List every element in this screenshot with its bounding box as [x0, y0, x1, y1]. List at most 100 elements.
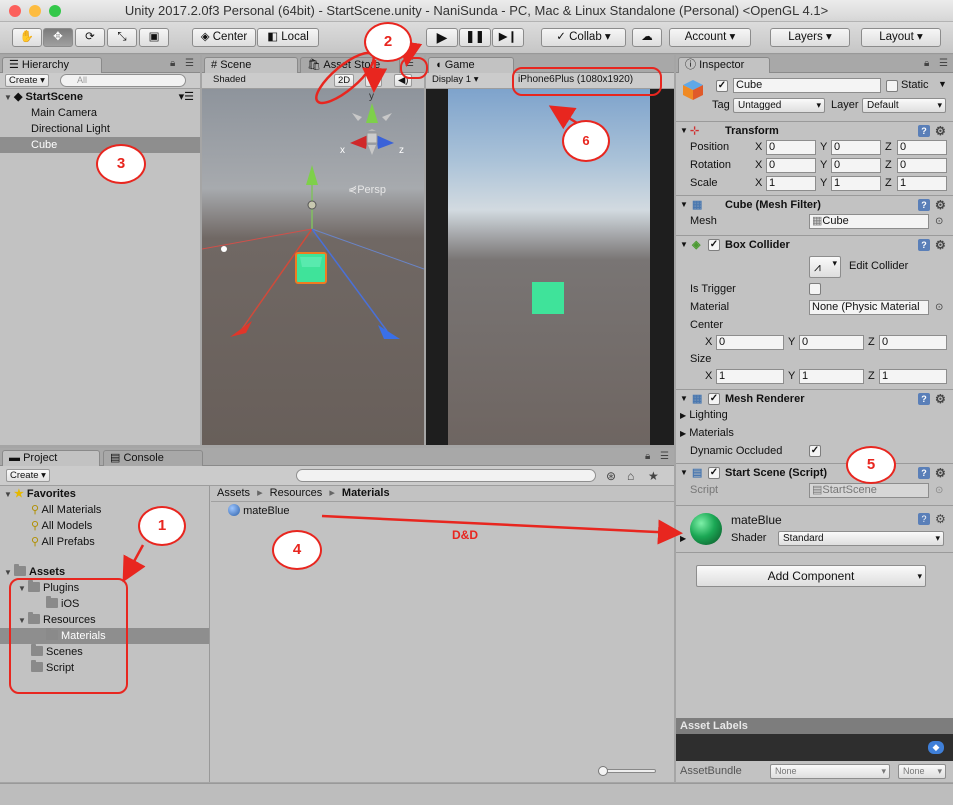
tab-hierarchy[interactable]: ☰ Hierarchy: [2, 57, 102, 73]
asset-labels-header[interactable]: Asset Labels: [676, 718, 953, 734]
component-header[interactable]: ▼ ▦ Cube (Mesh Filter) ? ⚙: [676, 196, 953, 214]
scale-z-field[interactable]: 1: [897, 176, 947, 191]
material-asset-item[interactable]: mateBlue: [228, 504, 290, 517]
component-header[interactable]: ▼ ▦ ✓ Mesh Renderer ? ⚙: [676, 390, 953, 408]
help-icon[interactable]: ?: [918, 199, 930, 211]
add-component-button[interactable]: Add Component: [696, 565, 926, 587]
pause-button[interactable]: ❚❚: [459, 28, 491, 47]
maximize-window-button[interactable]: [49, 5, 61, 17]
project-search-input[interactable]: [296, 469, 596, 482]
is-trigger-checkbox[interactable]: [809, 283, 821, 295]
gear-icon[interactable]: ⚙: [935, 125, 946, 137]
script-enabled-checkbox[interactable]: ✓: [708, 467, 720, 479]
mesh-renderer-enabled-checkbox[interactable]: ✓: [708, 393, 720, 405]
step-button[interactable]: ▶❙: [492, 28, 524, 47]
object-picker-icon[interactable]: ⊙: [935, 302, 943, 314]
static-dropdown-arrow-icon[interactable]: ▼: [938, 79, 947, 89]
label-tag-icon[interactable]: ◆: [928, 741, 944, 754]
help-icon[interactable]: ?: [918, 513, 930, 525]
component-header[interactable]: ▼ ◈ ✓ Box Collider ? ⚙: [676, 236, 953, 254]
hierarchy-item[interactable]: Main Camera: [0, 105, 200, 121]
rotation-z-field[interactable]: 0: [897, 158, 947, 173]
scene-gizmo[interactable]: y x z: [340, 91, 404, 167]
center-z-field[interactable]: 0: [879, 335, 947, 350]
lighting-toggle[interactable]: ☼: [365, 74, 382, 87]
filter-by-label-icon[interactable]: ⌂: [627, 470, 634, 482]
mesh-field[interactable]: ▦Cube: [809, 214, 929, 229]
scale-tool-button[interactable]: ⤡: [107, 28, 137, 47]
breadcrumb-item[interactable]: Assets: [217, 487, 250, 499]
layers-dropdown[interactable]: Layers ▾: [770, 28, 850, 47]
close-window-button[interactable]: [9, 5, 21, 17]
scale-y-field[interactable]: 1: [831, 176, 881, 191]
panel-menu-icon[interactable]: ☰: [185, 58, 194, 70]
tag-dropdown[interactable]: Untagged: [733, 98, 825, 113]
help-icon[interactable]: ?: [918, 125, 930, 137]
account-dropdown[interactable]: Account ▾: [669, 28, 751, 47]
gear-icon[interactable]: ⚙: [935, 393, 946, 405]
icon-size-slider[interactable]: [598, 766, 656, 776]
collab-dropdown[interactable]: ✓ Collab ▾: [541, 28, 626, 47]
tab-project[interactable]: ▬ Project: [2, 450, 100, 466]
size-x-field[interactable]: 1: [716, 369, 784, 384]
rotation-x-field[interactable]: 0: [766, 158, 816, 173]
asset-bundle-variant-dropdown[interactable]: None: [898, 764, 946, 779]
size-y-field[interactable]: 1: [799, 369, 864, 384]
scale-x-field[interactable]: 1: [766, 176, 816, 191]
game-viewport[interactable]: [448, 89, 650, 445]
rect-tool-button[interactable]: ▣: [139, 28, 169, 47]
collapsed-triangle-icon[interactable]: ▶: [680, 534, 686, 543]
tab-console[interactable]: ▤ Console: [103, 450, 203, 466]
physic-material-field[interactable]: None (Physic Material: [809, 300, 929, 315]
center-y-field[interactable]: 0: [799, 335, 864, 350]
hierarchy-create-button[interactable]: Create ▾: [5, 74, 49, 87]
gear-icon[interactable]: ⚙: [935, 239, 946, 251]
edit-collider-button[interactable]: ⩘: [809, 256, 841, 278]
asset-bundle-name-dropdown[interactable]: None: [770, 764, 890, 779]
materials-foldout[interactable]: ▶ Materials: [680, 427, 734, 439]
hierarchy-search-input[interactable]: All: [60, 74, 186, 87]
help-icon[interactable]: ?: [918, 239, 930, 251]
gear-icon[interactable]: ⚙: [935, 199, 946, 211]
dynamic-occluded-checkbox[interactable]: ✓: [809, 445, 821, 457]
object-name-input[interactable]: Cube: [733, 78, 881, 93]
move-tool-button[interactable]: ✥: [43, 28, 73, 47]
gear-icon[interactable]: ⚙: [935, 467, 946, 479]
hand-tool-button[interactable]: ✋: [12, 28, 42, 47]
center-x-field[interactable]: 0: [716, 335, 784, 350]
rotation-y-field[interactable]: 0: [831, 158, 881, 173]
hierarchy-item[interactable]: Directional Light: [0, 121, 200, 137]
active-checkbox[interactable]: ✓: [716, 80, 728, 92]
size-z-field[interactable]: 1: [879, 369, 947, 384]
shader-dropdown[interactable]: Standard: [778, 531, 944, 546]
pivot-local-button[interactable]: ◧ Local: [257, 28, 319, 47]
pivot-center-button[interactable]: ◈ Center: [192, 28, 256, 47]
slider-handle[interactable]: [598, 766, 608, 776]
box-collider-enabled-checkbox[interactable]: ✓: [708, 239, 720, 251]
shading-mode-dropdown[interactable]: Shaded: [210, 74, 278, 87]
tab-scene[interactable]: # Scene: [204, 57, 298, 73]
lock-icon[interactable]: 🔒︎: [924, 58, 929, 70]
display-dropdown[interactable]: Display 1 ▾: [429, 74, 511, 87]
minimize-window-button[interactable]: [29, 5, 41, 17]
component-header[interactable]: ▼ ▤ ✓ Start Scene (Script) ? ⚙: [676, 464, 953, 482]
lock-icon[interactable]: 🔒︎: [645, 451, 650, 463]
object-picker-icon[interactable]: ⊙: [935, 216, 943, 228]
tab-inspector[interactable]: ⓘ Inspector: [678, 57, 770, 73]
component-header[interactable]: ▼ ⊹ Transform ? ⚙: [676, 122, 953, 140]
projection-label[interactable]: ⋞Persp: [348, 183, 386, 196]
breadcrumb-item[interactable]: Materials: [342, 487, 390, 499]
help-icon[interactable]: ?: [918, 467, 930, 479]
help-icon[interactable]: ?: [918, 393, 930, 405]
scene-viewport[interactable]: y x z ⋞Persp: [202, 89, 424, 445]
hierarchy-item-selected[interactable]: Cube: [0, 137, 200, 153]
lighting-foldout[interactable]: ▶ Lighting: [680, 409, 728, 421]
favorites-row[interactable]: ▼ ★ Favorites: [0, 486, 209, 502]
filter-by-type-icon[interactable]: ⊛: [606, 470, 616, 482]
layer-dropdown[interactable]: Default: [862, 98, 946, 113]
position-z-field[interactable]: 0: [897, 140, 947, 155]
2d-toggle[interactable]: 2D: [334, 74, 355, 87]
panel-menu-icon[interactable]: ☰: [939, 58, 948, 70]
scene-root-row[interactable]: ▼ ◆ StartScene ▾☰: [0, 89, 200, 105]
rotate-tool-button[interactable]: ⟳: [75, 28, 105, 47]
